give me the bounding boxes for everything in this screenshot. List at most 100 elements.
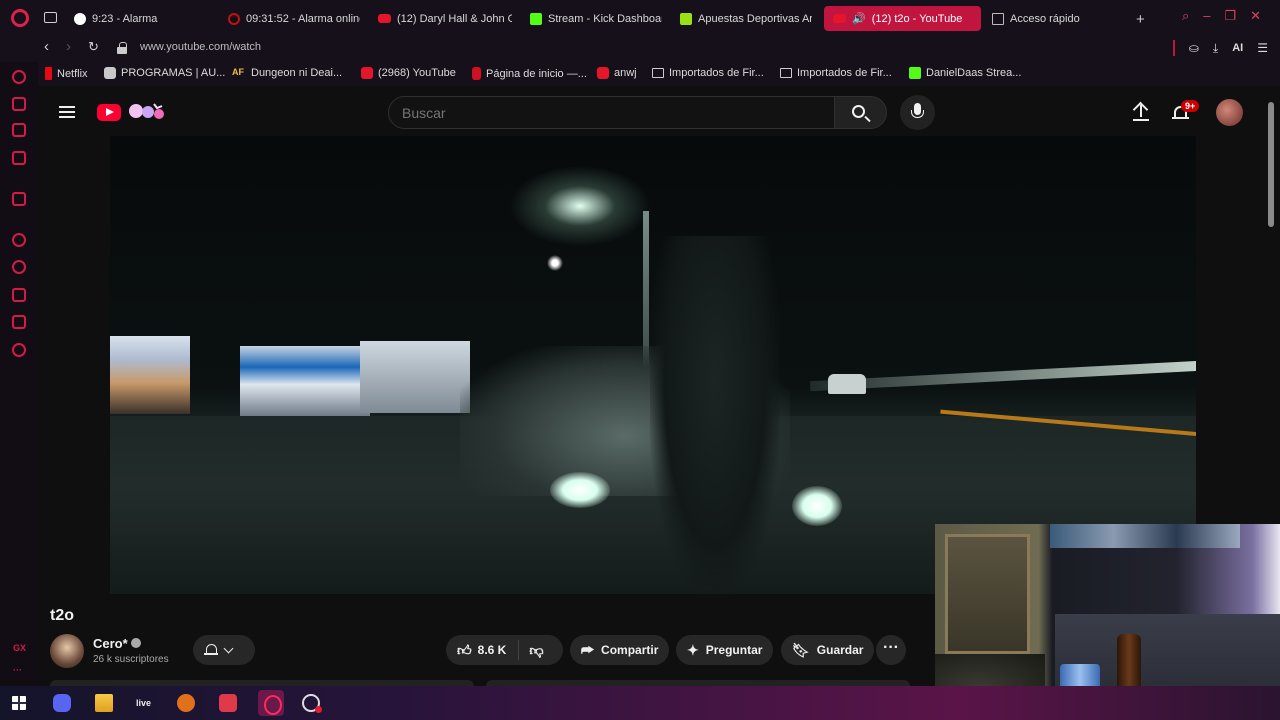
video-frame-parked-car <box>828 374 866 394</box>
workspaces-icon[interactable] <box>44 12 57 23</box>
verified-icon <box>131 638 141 648</box>
tab-alarm[interactable]: 9:23 - Alarma <box>70 6 210 31</box>
opera-menu-icon[interactable] <box>11 9 29 27</box>
tab-quick-access[interactable]: Acceso rápido <box>988 6 1108 31</box>
tab-t2o-youtube[interactable]: 🔊 (12) t2o - YouTube <box>824 6 981 31</box>
new-tab-button[interactable]: + <box>1136 11 1145 28</box>
grid-icon <box>992 12 1004 25</box>
player-icon[interactable] <box>12 233 26 247</box>
bookmark-anwj[interactable]: anwj <box>597 67 637 79</box>
windows-start-icon[interactable] <box>12 696 26 710</box>
bookmark-label: anwj <box>614 67 637 79</box>
gx-control-icon[interactable] <box>12 70 26 84</box>
bookmark-netflix[interactable]: Netflix <box>45 67 88 80</box>
bookmark-programas[interactable]: PROGRAMAS | AU... <box>104 67 225 79</box>
bookmark-folder-importados-2[interactable]: Importados de Fir... <box>780 67 892 79</box>
bookmark-label: Importados de Fir... <box>797 67 892 79</box>
bookmark-folder-importados-1[interactable]: Importados de Fir... <box>652 67 764 79</box>
share-button[interactable]: ⮫ Compartir <box>570 635 670 665</box>
video-frame-person <box>650 236 780 594</box>
bookmark-label: Dungeon ni Deai... <box>251 67 343 79</box>
voice-search-button[interactable] <box>900 95 935 130</box>
more-icon[interactable]: ··· <box>13 665 22 675</box>
back-icon[interactable]: ‹ <box>44 38 49 55</box>
downloads-icon[interactable] <box>12 288 26 302</box>
upload-icon-base <box>1133 119 1149 121</box>
tab-daryl-hall[interactable]: (12) Daryl Hall & John O... <box>374 6 512 31</box>
bookmark-dungeon[interactable]: AF Dungeon ni Deai... <box>232 67 342 79</box>
clock-icon <box>74 12 86 25</box>
tab-alarm-online[interactable]: 09:31:52 - Alarma online <box>224 6 360 31</box>
tab-title: Stream - Kick Dashboard <box>548 12 662 25</box>
bookmark-icon: 🔖︎ <box>792 641 810 658</box>
window-controls: ⌕ – ❐ ✕ <box>1182 8 1261 24</box>
search-button[interactable] <box>835 96 887 129</box>
like-count[interactable]: 8.6 K <box>478 643 507 657</box>
af-icon: AF <box>232 67 244 77</box>
extensions-icon[interactable] <box>12 315 26 329</box>
bell-icon-base <box>1172 117 1189 119</box>
obs-icon[interactable] <box>302 694 322 713</box>
download-icon[interactable]: ⤓ <box>1213 41 1218 56</box>
settings-icon[interactable] <box>12 343 26 357</box>
close-icon[interactable]: ✕ <box>1250 8 1261 24</box>
opera-sidebar: GX ··· <box>0 62 38 686</box>
save-button[interactable]: 🔖︎ Guardar <box>781 635 875 665</box>
video-frame-building <box>360 341 470 413</box>
like-icon[interactable]: 👍︎ <box>457 642 472 659</box>
url-field[interactable]: www.youtube.com/watch <box>140 41 261 53</box>
doodle-logo[interactable] <box>126 100 168 122</box>
divider <box>1172 40 1175 56</box>
maximize-icon[interactable]: ❐ <box>1225 8 1237 24</box>
gx-label: GX <box>13 643 27 653</box>
speaker-icon: 🔊 <box>852 13 866 25</box>
forward-icon[interactable]: › <box>66 38 71 55</box>
bookmark-label: (2968) YouTube <box>378 67 456 79</box>
easy-setup-icon[interactable]: ☰ <box>1257 41 1268 55</box>
minimize-icon[interactable]: – <box>1203 8 1210 24</box>
tab-kick-dashboard[interactable]: Stream - Kick Dashboard <box>526 6 662 31</box>
search-tabs-icon[interactable]: ⌕ <box>1182 8 1189 24</box>
bookmark-pagina-inicio[interactable]: Página de inicio —... <box>472 67 587 80</box>
ableton-live-icon[interactable]: live <box>136 694 158 712</box>
more-actions-button[interactable]: ··· <box>876 635 906 665</box>
scrollbar-thumb[interactable] <box>1268 102 1274 227</box>
file-explorer-icon[interactable] <box>95 694 113 712</box>
tab-title: (12) t2o - YouTube <box>871 12 963 25</box>
youtube-logo[interactable] <box>97 104 121 121</box>
chevron-down-icon <box>223 643 234 653</box>
bookmark-youtube[interactable]: (2968) YouTube <box>361 67 456 79</box>
twitch-icon[interactable] <box>12 192 26 206</box>
bookmark-label: Importados de Fir... <box>669 67 764 79</box>
reload-icon[interactable]: ↻ <box>88 39 99 55</box>
folder-icon <box>652 68 664 78</box>
ai-button[interactable]: AI <box>1232 42 1243 54</box>
youtube-icon <box>597 67 609 79</box>
messenger-icon[interactable] <box>12 151 26 165</box>
bookmark-icon <box>472 67 481 80</box>
bell-icon <box>204 643 218 657</box>
fl-studio-icon[interactable] <box>177 694 195 712</box>
gx-cleaner-icon[interactable] <box>12 123 26 137</box>
opera-gx-icon[interactable] <box>258 690 284 716</box>
address-bar-actions: ⛀ ⤓ AI ☰ <box>1172 40 1268 56</box>
wallet-icon[interactable]: ⛀ <box>1189 41 1199 55</box>
channel-avatar[interactable] <box>50 634 84 668</box>
bookmark-danieldaas[interactable]: DanielDaas Strea... <box>909 67 1021 79</box>
streaming-app-icon[interactable] <box>219 694 237 712</box>
search-input[interactable] <box>388 96 835 129</box>
discord-icon[interactable] <box>53 694 71 712</box>
gx-corner-icon[interactable] <box>12 97 26 111</box>
tab-title: Acceso rápido <box>1010 12 1080 25</box>
subscription-bell-button[interactable] <box>193 635 255 665</box>
sparkle-icon: ✦ <box>687 641 699 658</box>
account-avatar[interactable] <box>1216 99 1243 126</box>
bookmark-label: Netflix <box>57 67 88 80</box>
tab-apuestas[interactable]: Apuestas Deportivas Ar... <box>676 6 812 31</box>
channel-name[interactable]: Cero* <box>93 636 128 651</box>
lock-icon[interactable] <box>117 42 127 54</box>
ask-button[interactable]: ✦ Preguntar <box>676 635 774 665</box>
history-icon[interactable] <box>12 260 26 274</box>
dislike-icon[interactable]: 👎︎ <box>529 642 543 659</box>
menu-icon[interactable] <box>59 106 75 118</box>
